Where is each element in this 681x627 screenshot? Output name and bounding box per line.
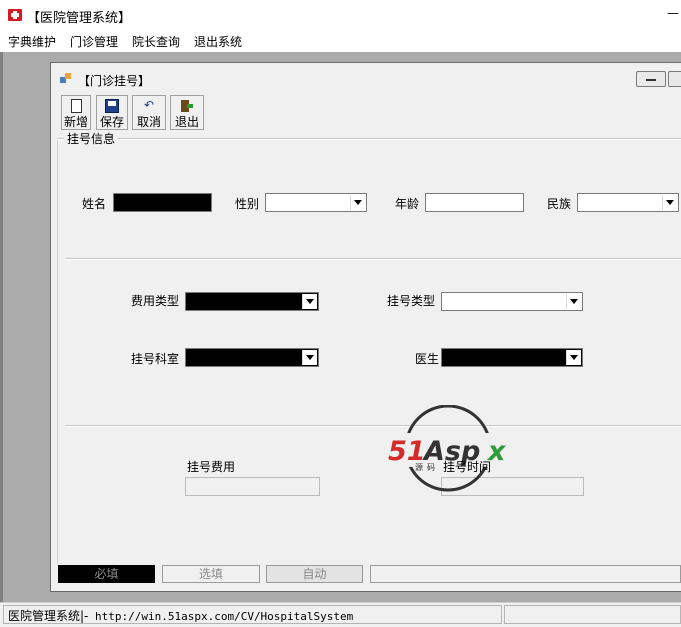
new-button[interactable]: 新增 bbox=[61, 95, 91, 130]
menu-item-outpatient[interactable]: 门诊管理 bbox=[70, 33, 118, 50]
group-top-border bbox=[57, 138, 681, 140]
ethnicity-select[interactable] bbox=[577, 193, 679, 212]
age-label: 年龄 bbox=[395, 197, 420, 211]
name-label: 姓名 bbox=[82, 197, 107, 211]
cancel-button[interactable]: ↶ 取消 bbox=[132, 95, 166, 130]
name-input[interactable] bbox=[113, 193, 212, 212]
child-minimize-button[interactable] bbox=[636, 71, 666, 87]
app-title: 【医院管理系统】 bbox=[27, 11, 132, 26]
chevron-down-icon bbox=[662, 195, 677, 210]
chevron-down-icon bbox=[350, 195, 365, 210]
section-divider bbox=[65, 258, 681, 260]
register-type-label: 挂号类型 bbox=[387, 294, 436, 308]
status-panel-secondary bbox=[504, 605, 681, 624]
section-divider bbox=[65, 425, 681, 427]
group-border bbox=[57, 138, 58, 564]
save-button[interactable]: 保存 bbox=[96, 95, 128, 130]
save-disk-icon bbox=[105, 99, 119, 113]
group-title: 挂号信息 bbox=[64, 130, 119, 147]
new-document-icon bbox=[71, 99, 82, 113]
fee-type-label: 费用类型 bbox=[131, 294, 180, 308]
status-prefix: 医院管理系统|- bbox=[8, 609, 89, 623]
exit-button-label: 退出 bbox=[174, 115, 199, 129]
watermark-logo: 51 Asp x 源码 bbox=[388, 405, 513, 492]
menu-bar: 字典维护 门诊管理 院长查询 退出系统 bbox=[0, 30, 681, 52]
gender-select[interactable] bbox=[265, 193, 367, 212]
child-maximize-button[interactable] bbox=[668, 71, 681, 87]
status-text: 医院管理系统|- http://win.51aspx.com/CV/Hospit… bbox=[8, 607, 353, 624]
cancel-button-label: 取消 bbox=[136, 115, 161, 129]
exit-button[interactable]: 退出 bbox=[170, 95, 204, 130]
department-select[interactable] bbox=[185, 348, 319, 367]
legend-required: 必填 bbox=[58, 565, 155, 583]
red-cross-icon bbox=[8, 9, 22, 21]
fee-type-select[interactable] bbox=[185, 292, 319, 311]
chevron-down-icon bbox=[566, 294, 581, 309]
chevron-down-icon bbox=[302, 294, 317, 309]
status-url: http://win.51aspx.com/CV/HospitalSystem bbox=[88, 610, 354, 623]
register-fee-input[interactable] bbox=[185, 477, 320, 496]
chevron-down-icon bbox=[302, 350, 317, 365]
age-input[interactable] bbox=[425, 193, 524, 212]
child-window-title: 【门诊挂号】 bbox=[78, 74, 151, 88]
new-button-label: 新增 bbox=[63, 115, 88, 129]
legend-empty bbox=[370, 565, 681, 583]
outpatient-register-window bbox=[50, 62, 681, 592]
exit-icon bbox=[180, 99, 194, 113]
svg-text:源码: 源码 bbox=[415, 463, 439, 472]
register-type-select[interactable] bbox=[441, 292, 583, 311]
register-time-label: 挂号时间 bbox=[443, 460, 492, 474]
doctor-label: 医生 bbox=[415, 352, 440, 366]
legend-auto: 自动 bbox=[266, 565, 363, 583]
department-label: 挂号科室 bbox=[131, 352, 180, 366]
mdi-edge bbox=[0, 52, 3, 602]
window-minimize-button[interactable]: — bbox=[667, 6, 681, 22]
undo-icon: ↶ bbox=[143, 98, 155, 112]
register-fee-label: 挂号费用 bbox=[187, 460, 236, 474]
ethnicity-label: 民族 bbox=[547, 197, 572, 211]
legend-optional: 选填 bbox=[162, 565, 260, 583]
window-app-icon bbox=[60, 73, 72, 85]
save-button-label: 保存 bbox=[99, 115, 124, 129]
chevron-down-icon bbox=[566, 350, 581, 365]
menu-item-director-query[interactable]: 院长查询 bbox=[132, 33, 180, 50]
gender-label: 性别 bbox=[235, 197, 260, 211]
doctor-select[interactable] bbox=[441, 348, 583, 367]
menu-item-dictionary[interactable]: 字典维护 bbox=[8, 33, 56, 50]
menu-item-exit-system[interactable]: 退出系统 bbox=[194, 33, 242, 50]
